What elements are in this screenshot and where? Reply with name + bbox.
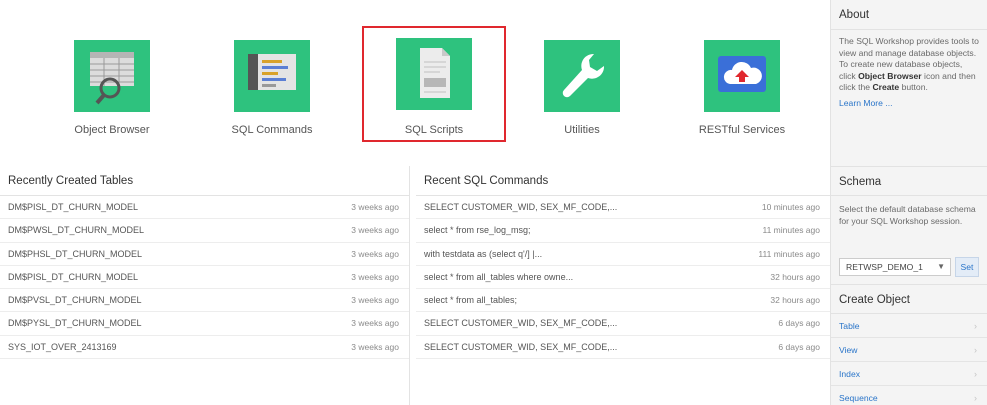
table-row[interactable]: DM$PYSL_DT_CHURN_MODEL 3 weeks ago — [0, 312, 409, 336]
sql-row[interactable]: select * from all_tables where owne... 32… — [416, 266, 830, 290]
table-name: DM$PWSL_DT_CHURN_MODEL — [8, 225, 145, 236]
command-window-icon — [234, 40, 310, 112]
create-item-label: Sequence — [839, 393, 878, 403]
table-name: DM$PHSL_DT_CHURN_MODEL — [8, 248, 143, 259]
table-name: DM$PYSL_DT_CHURN_MODEL — [8, 318, 142, 329]
create-index-link[interactable]: Index › — [831, 363, 987, 386]
sql-command: select * from all_tables; — [424, 295, 518, 306]
sql-row[interactable]: SELECT CUSTOMER_WID, SEX_MF_CODE,... 6 da… — [416, 312, 830, 336]
table-name: DM$PVSL_DT_CHURN_MODEL — [8, 295, 142, 306]
sidebar: About The SQL Workshop provides tools to… — [830, 0, 987, 405]
created-time: 3 weeks ago — [351, 295, 399, 306]
created-time: 3 weeks ago — [351, 318, 399, 329]
sql-row[interactable]: SELECT CUSTOMER_WID, SEX_MF_CODE,... 10 m… — [416, 196, 830, 220]
sql-row[interactable]: select * from all_tables; 32 hours ago — [416, 289, 830, 313]
run-time: 10 minutes ago — [761, 202, 820, 212]
about-title: About — [831, 0, 987, 30]
script-file-icon — [396, 38, 472, 110]
run-time: 11 minutes ago — [762, 225, 821, 236]
sql-command: select * from all_tables where owne... — [424, 271, 574, 282]
wrench-icon — [544, 40, 620, 112]
sql-command: SELECT CUSTOMER_WID, SEX_MF_CODE,... — [424, 318, 618, 329]
table-row[interactable]: DM$PWSL_DT_CHURN_MODEL 3 weeks ago — [0, 219, 409, 243]
panel-title: Recently Created Tables — [0, 166, 409, 196]
table-row[interactable]: DM$PISL_DT_CHURN_MODEL 3 weeks ago — [0, 266, 409, 290]
table-row[interactable]: SYS_IOT_OVER_2413169 3 weeks ago — [0, 336, 409, 360]
tile-label: RESTful Services — [698, 124, 786, 136]
sql-row[interactable]: with testdata as (select q'/] |... 111 mi… — [416, 243, 830, 266]
schema-text: Select the default database schema for y… — [839, 204, 976, 226]
schema-title: Schema — [831, 166, 987, 196]
sql-commands-tile[interactable]: SQL Commands — [202, 28, 342, 140]
object-browser-tile[interactable]: Object Browser — [42, 28, 182, 140]
chevron-right-icon: › — [974, 393, 977, 403]
created-time: 3 weeks ago — [351, 341, 399, 352]
sql-row[interactable]: SELECT CUSTOMER_WID, SEX_MF_CODE,... 6 da… — [416, 336, 830, 360]
run-time: 111 minutes ago — [758, 248, 820, 259]
sql-command: SELECT CUSTOMER_WID, SEX_MF_CODE,... — [424, 202, 618, 212]
sql-row[interactable]: select * from rse_log_msg; 11 minutes ago — [416, 219, 830, 243]
set-button[interactable]: Set — [955, 257, 979, 277]
panel-title: Recent SQL Commands — [416, 166, 830, 196]
chevron-right-icon: › — [974, 345, 977, 355]
chevron-down-icon: ▼ — [937, 262, 945, 271]
create-item-label: Index — [839, 369, 861, 379]
about-text: The SQL Workshop provides tools to view … — [831, 30, 987, 94]
sql-command: with testdata as (select q'/] |... — [424, 248, 543, 259]
about-bold-object-browser: Object Browser — [858, 70, 922, 81]
learn-more-link[interactable]: Learn More ... — [831, 94, 987, 112]
sql-command: SELECT CUSTOMER_WID, SEX_MF_CODE,... — [424, 341, 618, 352]
run-time: 6 days ago — [778, 341, 820, 352]
created-time: 3 weeks ago — [351, 225, 399, 236]
about-bold-create: Create — [872, 82, 900, 92]
create-sequence-link[interactable]: Sequence › — [831, 387, 987, 405]
recent-tables-panel: Recently Created Tables DM$PISL_DT_CHURN… — [0, 166, 410, 405]
chevron-right-icon: › — [974, 369, 977, 379]
chevron-right-icon: › — [974, 321, 977, 331]
sql-command: select * from rse_log_msg; — [424, 225, 531, 236]
sql-scripts-tile[interactable]: SQL Scripts — [362, 26, 506, 142]
created-time: 3 weeks ago — [351, 202, 399, 212]
created-time: 3 weeks ago — [351, 248, 399, 259]
tile-label: SQL Scripts — [404, 124, 464, 136]
run-time: 32 hours ago — [770, 271, 820, 282]
create-view-link[interactable]: View › — [831, 339, 987, 362]
cloud-upload-icon — [704, 40, 780, 112]
restful-services-tile[interactable]: RESTful Services — [672, 28, 812, 140]
create-item-label: Table — [839, 321, 860, 331]
run-time: 6 days ago — [778, 318, 820, 329]
create-item-label: View — [839, 345, 858, 355]
table-row[interactable]: DM$PISL_DT_CHURN_MODEL 3 weeks ago — [0, 196, 409, 220]
table-row[interactable]: DM$PVSL_DT_CHURN_MODEL 3 weeks ago — [0, 289, 409, 313]
table-name: DM$PISL_DT_CHURN_MODEL — [8, 271, 139, 282]
workshop-tiles: Object Browser SQL Commands SQL Scripts … — [0, 0, 828, 156]
create-object-title: Create Object — [831, 284, 987, 314]
schema-value: RETWSP_DEMO_1 — [846, 262, 923, 272]
table-row[interactable]: DM$PHSL_DT_CHURN_MODEL 3 weeks ago — [0, 243, 409, 266]
table-name: DM$PISL_DT_CHURN_MODEL — [8, 202, 139, 212]
about-text-part: button. — [899, 82, 928, 92]
tile-label: Object Browser — [74, 124, 150, 136]
run-time: 32 hours ago — [770, 295, 820, 306]
tile-label: SQL Commands — [231, 124, 313, 136]
table-name: SYS_IOT_OVER_2413169 — [8, 341, 117, 352]
create-table-link[interactable]: Table › — [831, 315, 987, 338]
schema-select[interactable]: RETWSP_DEMO_1 ▼ — [839, 258, 951, 276]
recent-sql-panel: Recent SQL Commands SELECT CUSTOMER_WID,… — [416, 166, 830, 405]
magnifier-grid-icon — [74, 40, 150, 112]
utilities-tile[interactable]: Utilities — [512, 28, 652, 140]
tile-label: Utilities — [564, 124, 600, 136]
created-time: 3 weeks ago — [351, 271, 399, 282]
